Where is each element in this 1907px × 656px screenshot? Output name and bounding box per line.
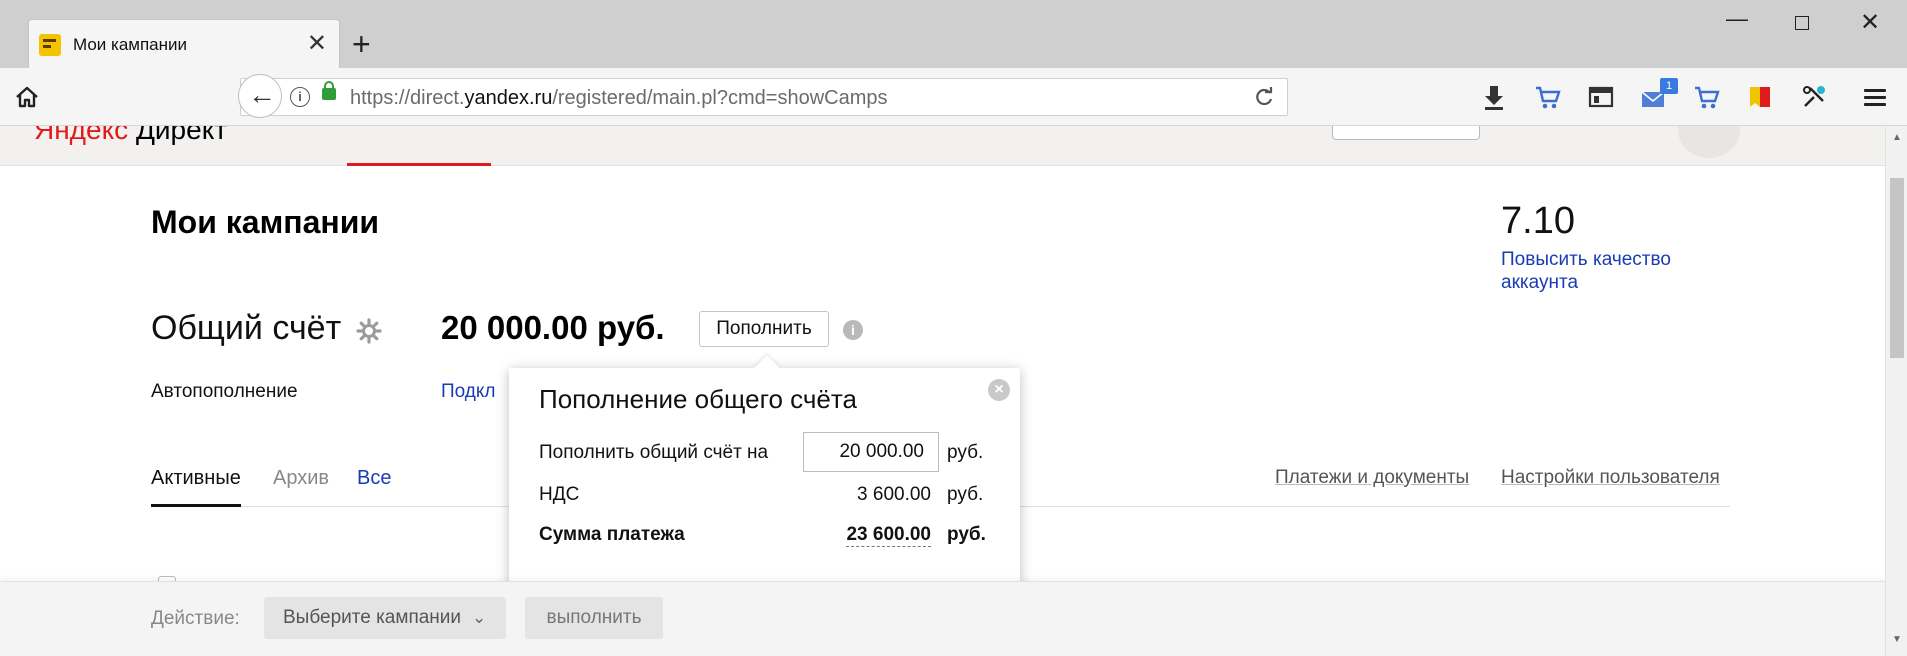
header-search-box[interactable] bbox=[1332, 126, 1480, 140]
account-quality-score: 7.10 bbox=[1501, 200, 1575, 242]
gear-icon[interactable] bbox=[356, 318, 382, 344]
scrollbar-thumb[interactable] bbox=[1890, 178, 1904, 358]
yandex-direct-logo[interactable]: Яндекс Директ bbox=[34, 126, 227, 146]
close-popup-icon[interactable]: × bbox=[988, 379, 1010, 401]
download-icon[interactable] bbox=[1482, 84, 1506, 110]
cart-icon-2[interactable] bbox=[1694, 84, 1720, 110]
amount-unit: руб. bbox=[947, 442, 984, 463]
maximize-window-button[interactable] bbox=[1795, 16, 1809, 30]
bulk-action-bar: Действие: Выберите кампании ⌄ выполнить bbox=[0, 581, 1885, 656]
tab-all[interactable]: Все bbox=[357, 467, 391, 490]
tab-active[interactable]: Активные bbox=[151, 467, 241, 507]
topup-button[interactable]: Пополнить bbox=[699, 311, 829, 347]
page-title: Мои кампании bbox=[151, 204, 380, 240]
tab-archive[interactable]: Архив bbox=[273, 467, 329, 490]
account-balance: 20 000.00 руб. bbox=[441, 309, 665, 346]
payments-documents-link[interactable]: Платежи и документы bbox=[1275, 467, 1469, 489]
tools-icon[interactable] bbox=[1801, 84, 1827, 110]
popup-title: Пополнение общего счёта bbox=[539, 384, 857, 414]
yandex-direct-favicon-icon bbox=[39, 34, 61, 56]
page-scrollbar[interactable]: ▲ ▼ bbox=[1885, 126, 1907, 656]
lock-icon[interactable] bbox=[322, 81, 336, 100]
mail-count-badge: 1 bbox=[1660, 78, 1678, 94]
vat-unit: руб. bbox=[947, 484, 984, 505]
user-settings-link[interactable]: Настройки пользователя bbox=[1501, 467, 1720, 489]
close-tab-icon[interactable]: ✕ bbox=[307, 30, 327, 58]
back-button[interactable] bbox=[238, 74, 282, 118]
scroll-up-icon[interactable]: ▲ bbox=[1892, 132, 1902, 143]
reload-icon[interactable] bbox=[1253, 86, 1275, 108]
close-window-button[interactable]: ✕ bbox=[1860, 8, 1880, 37]
minimize-window-button[interactable]: — bbox=[1726, 6, 1748, 32]
user-avatar[interactable] bbox=[1678, 126, 1740, 158]
total-unit: руб. bbox=[947, 524, 986, 545]
campaign-select-text: Выберите кампании bbox=[283, 607, 462, 628]
browser-titlebar: Мои кампании ✕ + — ✕ bbox=[0, 0, 1907, 69]
vat-value: 3 600.00 bbox=[857, 484, 931, 505]
autotopup-label: Автопополнение bbox=[151, 381, 298, 402]
url-text[interactable]: https://direct.yandex.ru/registered/main… bbox=[350, 87, 888, 110]
window-icon[interactable] bbox=[1588, 84, 1614, 110]
menu-icon[interactable] bbox=[1864, 89, 1886, 107]
total-label: Сумма платежа bbox=[539, 524, 685, 545]
new-tab-button[interactable]: + bbox=[352, 28, 371, 60]
page-content: Яндекс Директ Мои кампании 7.10 Повысить… bbox=[0, 126, 1885, 656]
account-title: Общий счёт bbox=[151, 309, 342, 347]
cart-icon[interactable] bbox=[1535, 84, 1561, 110]
home-icon[interactable] bbox=[14, 84, 40, 110]
topup-amount-label: Пополнить общий счёт на bbox=[539, 442, 769, 463]
campaign-select-dropdown[interactable]: Выберите кампании ⌄ bbox=[264, 597, 506, 639]
chevron-down-icon: ⌄ bbox=[472, 608, 487, 627]
popup-arrow bbox=[754, 355, 780, 381]
topup-amount-input[interactable] bbox=[803, 432, 939, 472]
execute-button[interactable]: выполнить bbox=[525, 597, 663, 639]
browser-tab[interactable]: Мои кампании ✕ bbox=[28, 19, 340, 69]
tab-title: Мои кампании bbox=[73, 35, 188, 54]
action-label: Действие: bbox=[151, 608, 240, 629]
improve-quality-link[interactable]: Повысить качество аккаунта bbox=[1501, 248, 1701, 294]
scroll-down-icon[interactable]: ▼ bbox=[1892, 634, 1902, 645]
browser-navbar: i https://direct.yandex.ru/registered/ma… bbox=[0, 68, 1907, 126]
vat-label: НДС bbox=[539, 484, 580, 505]
header-active-tab-indicator bbox=[347, 163, 491, 166]
info-icon[interactable]: i bbox=[290, 87, 310, 107]
info-icon-grey[interactable]: i bbox=[843, 320, 863, 340]
site-header: Яндекс Директ bbox=[0, 126, 1885, 166]
bookmark-icon[interactable] bbox=[1748, 84, 1772, 110]
total-value[interactable]: 23 600.00 bbox=[803, 524, 931, 547]
autotopup-connect-link[interactable]: Подкл bbox=[441, 381, 496, 403]
